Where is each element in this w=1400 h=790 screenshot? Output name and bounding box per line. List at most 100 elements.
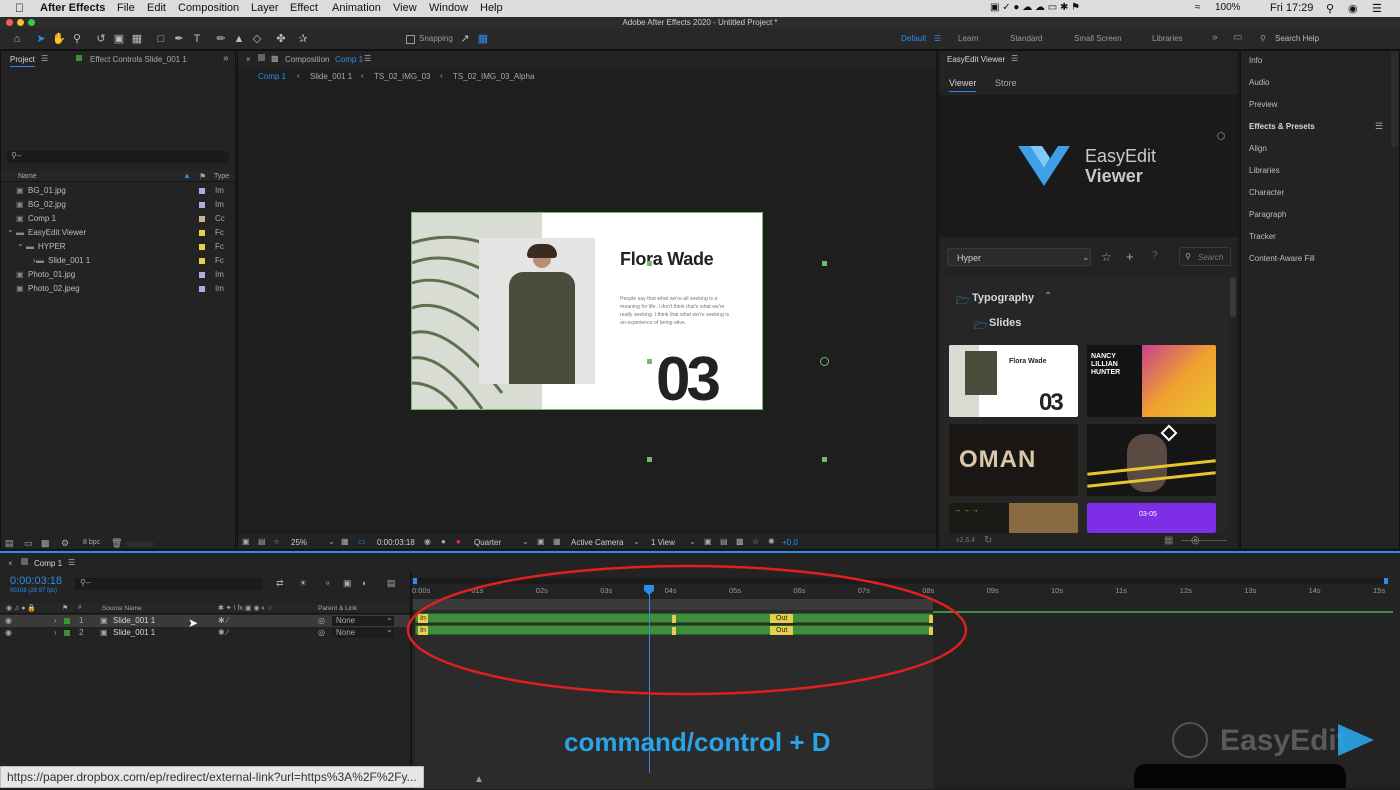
label-swatch[interactable]	[199, 216, 205, 222]
refresh-icon[interactable]: ↻	[984, 535, 992, 546]
grid-view-icon[interactable]: ▦	[1164, 535, 1173, 546]
reset-exposure-icon[interactable]: ✺	[768, 537, 775, 546]
work-area-end[interactable]	[1384, 578, 1388, 584]
composition-menu-icon[interactable]: ☰	[364, 54, 371, 63]
pen-tool-icon[interactable]: ✒	[172, 32, 186, 46]
close-window-button[interactable]	[6, 19, 13, 26]
label-swatch[interactable]	[199, 230, 205, 236]
channel-icon[interactable]: ●	[456, 537, 461, 546]
wifi-icon[interactable]: ≈	[1195, 2, 1201, 13]
column-name[interactable]: Name	[18, 173, 37, 180]
eye-icon[interactable]: ◉	[5, 615, 12, 627]
label-swatch[interactable]	[64, 630, 70, 636]
zoom-dropdown[interactable]: 25%	[291, 538, 307, 547]
label-column-icon[interactable]: ⚑	[199, 172, 206, 181]
label-swatch[interactable]	[199, 258, 205, 264]
layer-switches[interactable]: ✱ ∕	[218, 627, 228, 639]
app-menu[interactable]: After Effects	[40, 2, 105, 14]
menu-window[interactable]: Window	[429, 2, 468, 14]
flowchart-icon[interactable]: ☆	[752, 537, 759, 546]
menu-animation[interactable]: Animation	[332, 2, 381, 14]
panel-info[interactable]: Info	[1249, 56, 1262, 65]
transform-handle[interactable]	[822, 457, 827, 462]
rectangle-tool-icon[interactable]: □	[154, 32, 168, 46]
panel-preview[interactable]: Preview	[1249, 100, 1277, 109]
tab-viewer[interactable]: Viewer	[949, 78, 977, 92]
spotlight-icon[interactable]: ⚲	[1326, 2, 1334, 15]
type-tool-icon[interactable]: T	[190, 32, 204, 46]
easyedit-search-input[interactable]: ⚲ Search	[1179, 247, 1231, 266]
camera-dropdown[interactable]: Active Camera	[571, 538, 623, 547]
menu-layer[interactable]: Layer	[251, 2, 279, 14]
label-swatch[interactable]	[199, 202, 205, 208]
clock[interactable]: Fri 17:29	[1270, 2, 1313, 14]
help-icon[interactable]: ?	[1152, 250, 1158, 261]
project-item[interactable]: ▣ BG_01.jpg Im	[1, 184, 235, 198]
snapping-checkbox[interactable]	[406, 35, 415, 44]
menu-edit[interactable]: Edit	[147, 2, 166, 14]
easyedit-panel-title[interactable]: EasyEdit Viewer	[947, 55, 1005, 64]
timeline-search-input[interactable]: ⚲–	[75, 578, 263, 590]
views-dropdown[interactable]: 1 View	[651, 538, 675, 547]
monitor-icon[interactable]: ▤	[258, 537, 266, 546]
tab-store[interactable]: Store	[995, 78, 1017, 88]
transparency-grid-icon[interactable]: ▦	[553, 537, 561, 546]
chevron-up-icon[interactable]: ⌃	[1044, 291, 1052, 302]
search-help-icon[interactable]: ⚲	[1260, 34, 1266, 43]
motion-blur-icon[interactable]: ◐	[362, 578, 367, 588]
viewer-scroll-thumb[interactable]	[1217, 132, 1225, 140]
always-preview-icon[interactable]: ▣	[242, 537, 250, 546]
comp-flowchart-icon[interactable]: ⇄	[276, 578, 284, 589]
label-swatch[interactable]	[199, 188, 205, 194]
toggle-pixel-aspect-icon[interactable]: ▣	[704, 537, 712, 546]
chevron-right-icon[interactable]: ›	[54, 615, 57, 627]
puppet-tool-icon[interactable]: ✰	[296, 32, 310, 46]
project-search-input[interactable]: ⚲–	[7, 151, 229, 163]
template-thumb-flora[interactable]: Flora Wade 03	[949, 345, 1078, 417]
layer-switches[interactable]: ✱ ∕	[218, 615, 228, 627]
panel-character[interactable]: Character	[1249, 188, 1284, 197]
project-item[interactable]: ▣ BG_02.jpg Im	[1, 198, 235, 212]
search-help-input[interactable]: Search Help	[1275, 34, 1319, 43]
subcategory-slides[interactable]: Slides	[989, 317, 1021, 329]
chevron-down-icon[interactable]: ⌄	[7, 223, 14, 237]
user-icon[interactable]: ◉	[1348, 2, 1358, 15]
interpret-footage-icon[interactable]: ▤	[5, 538, 14, 549]
layer-name[interactable]: Slide_001 1	[113, 615, 155, 627]
bpc-button[interactable]: 8 bpc	[83, 539, 100, 546]
workspace-menu-icon[interactable]: ☰	[934, 34, 941, 43]
close-tab-icon[interactable]: ×	[246, 55, 251, 64]
effects-menu-icon[interactable]: ☰	[1375, 121, 1383, 132]
breadcrumb-img[interactable]: TS_02_IMG_03	[374, 72, 430, 81]
menu-help[interactable]: Help	[480, 2, 503, 14]
label-swatch[interactable]	[64, 618, 70, 624]
project-item[interactable]: ▣ Photo_02.jpeg Im	[1, 282, 235, 296]
easyedit-menu-icon[interactable]: ☰	[1011, 54, 1018, 63]
workspace-libraries[interactable]: Libraries	[1152, 34, 1183, 43]
more-workspaces-icon[interactable]: »	[1212, 32, 1218, 43]
menu-file[interactable]: File	[117, 2, 135, 14]
tab-project[interactable]: Project	[10, 55, 35, 67]
timeline-current-time[interactable]: 0:00:03:18	[10, 575, 62, 587]
snapshot-icon[interactable]: ◉	[424, 537, 431, 546]
label-column-icon[interactable]: ⚑	[62, 604, 68, 612]
breadcrumb-comp1[interactable]: Comp 1	[258, 72, 286, 81]
workspace-standard[interactable]: Standard	[1010, 34, 1042, 43]
menu-view[interactable]: View	[393, 2, 417, 14]
timeline-menu-icon[interactable]: ☰	[68, 558, 75, 567]
panel-toggle-icon[interactable]: ▭	[1233, 32, 1242, 43]
panel-paragraph[interactable]: Paragraph	[1249, 210, 1286, 219]
eye-icon[interactable]: ◉	[5, 627, 12, 639]
minimize-window-button[interactable]	[17, 19, 24, 26]
lock-icon[interactable]	[258, 54, 265, 61]
grid-guide-icon[interactable]: ▦	[341, 537, 349, 546]
snap-feature-icon[interactable]: ▦	[476, 32, 490, 46]
panel-audio[interactable]: Audio	[1249, 78, 1269, 87]
shy-layers-icon[interactable]: ⚬	[324, 578, 332, 589]
graph-editor-icon[interactable]: ▤	[387, 578, 396, 589]
panel-effects-presets[interactable]: Effects & Presets	[1249, 122, 1315, 131]
zoom-window-button[interactable]	[28, 19, 35, 26]
column-parent[interactable]: Parent & Link	[318, 605, 357, 612]
fast-preview-icon[interactable]: ▤	[720, 537, 728, 546]
panel-align[interactable]: Align	[1249, 144, 1267, 153]
